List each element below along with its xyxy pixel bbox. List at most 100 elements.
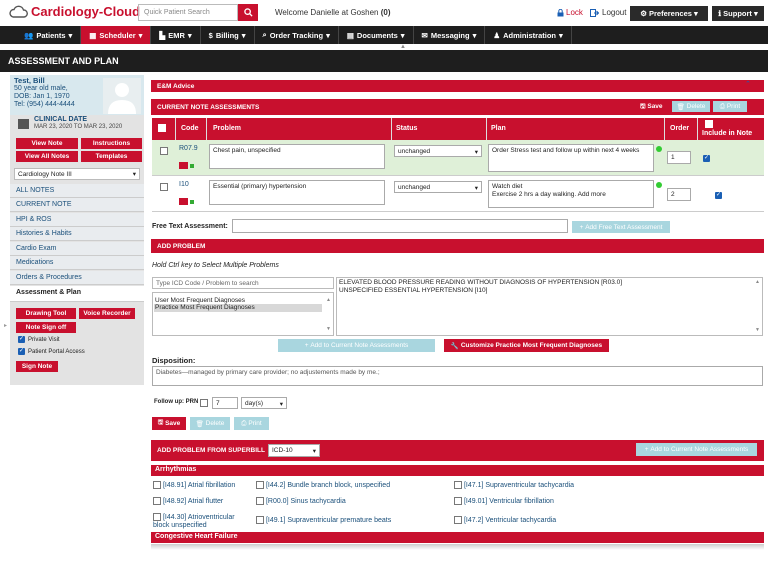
left-item-histories[interactable]: Histories & Habits: [10, 227, 144, 241]
nav-order-tracking[interactable]: ⌕ Order Tracking ▾: [255, 26, 339, 44]
print-button-top[interactable]: ⎙ Print: [713, 101, 747, 112]
item-checkbox[interactable]: [153, 513, 161, 521]
print-button[interactable]: ⎙ Print: [234, 417, 269, 430]
flag-red-icon[interactable]: [179, 162, 188, 169]
followup-unit-select[interactable]: day(s) ▾: [241, 397, 287, 409]
nav-administration[interactable]: ♟ Administration ▾: [485, 26, 572, 44]
problem-field[interactable]: Essential (primary) hypertension: [209, 180, 385, 205]
note-template-select[interactable]: Cardiology Note III ▾: [14, 168, 140, 180]
icd-code[interactable]: I10: [179, 181, 189, 188]
status-select[interactable]: unchanged ▾: [394, 145, 482, 157]
row-select-checkbox[interactable]: [160, 183, 168, 191]
delete-button[interactable]: 🗑 Delete: [190, 417, 230, 430]
order-input[interactable]: 2: [667, 188, 691, 201]
superbill-item[interactable]: [I48.91] Atrial fibrillation: [153, 481, 235, 489]
add-to-current-button[interactable]: + Add to Current Note Assessments: [278, 339, 435, 352]
left-item-cardio-exam[interactable]: Cardio Exam: [10, 242, 144, 256]
status-select[interactable]: unchanged ▾: [394, 181, 482, 193]
include-all-checkbox[interactable]: [705, 120, 713, 128]
patient-name[interactable]: Test, Bill: [14, 77, 45, 85]
list-option-user[interactable]: User Most Frequent Diagnoses: [155, 297, 245, 304]
app-logo[interactable]: Cardiology-Cloud: [8, 4, 140, 19]
list-item[interactable]: UNSPECIFIED ESSENTIAL HYPERTENSION [I10]: [339, 287, 622, 295]
quick-patient-search-input[interactable]: Quick Patient Search: [138, 4, 238, 21]
superbill-item[interactable]: [I49.1] Supraventricular premature beats: [256, 516, 391, 524]
collapse-icon[interactable]: ⌃: [745, 80, 751, 88]
sign-note-button[interactable]: Sign Note: [16, 361, 58, 372]
icd-code[interactable]: R07.9: [179, 145, 198, 152]
scroll-down-icon[interactable]: ▼: [755, 327, 760, 333]
code-set-select[interactable]: ICD-10 ▾: [268, 444, 320, 457]
disposition-field[interactable]: Diabetes—managed by primary care provide…: [152, 366, 763, 386]
flag-red-icon[interactable]: [179, 198, 188, 205]
item-checkbox[interactable]: [256, 497, 264, 505]
item-checkbox[interactable]: [256, 516, 264, 524]
list-option-practice[interactable]: Practice Most Frequent Diagnoses: [154, 304, 322, 312]
expand-arrow-icon[interactable]: ▸: [4, 322, 7, 329]
list-item[interactable]: ELEVATED BLOOD PRESSURE READING WITHOUT …: [339, 279, 622, 287]
view-all-notes-button[interactable]: View All Notes: [16, 151, 78, 162]
order-input[interactable]: 1: [667, 151, 691, 164]
free-text-input[interactable]: [232, 219, 568, 233]
save-button[interactable]: 🖫 Save: [152, 417, 186, 430]
add-free-text-button[interactable]: + Add Free Text Assessment: [572, 221, 670, 233]
logout-button[interactable]: Logout: [590, 8, 626, 17]
item-checkbox[interactable]: [153, 481, 161, 489]
search-button[interactable]: [238, 4, 258, 21]
item-checkbox[interactable]: [256, 481, 264, 489]
lock-button[interactable]: Lock: [557, 8, 583, 17]
voice-recorder-button[interactable]: Voice Recorder: [79, 308, 135, 319]
templates-button[interactable]: Templates: [81, 151, 142, 162]
scroll-down-icon[interactable]: ▼: [326, 326, 331, 332]
superbill-add-button[interactable]: + Add to Current Note Assessments: [636, 443, 757, 456]
superbill-item[interactable]: [I48.92] Atrial flutter: [153, 497, 223, 505]
view-note-button[interactable]: View Note: [16, 138, 78, 149]
include-checkbox[interactable]: [714, 191, 722, 199]
note-sign-off-button[interactable]: Note Sign off: [16, 322, 76, 333]
left-item-orders[interactable]: Orders & Procedures: [10, 271, 144, 285]
preferences-menu[interactable]: ⚙ Preferences ▾: [630, 6, 708, 21]
left-item-assessment-plan[interactable]: Assessment & Plan: [10, 286, 144, 302]
superbill-item[interactable]: [I49.01] Ventricular fibrillation: [454, 497, 554, 505]
problem-field[interactable]: Chest pain, unspecified: [209, 144, 385, 169]
scroll-up-icon[interactable]: ▲: [755, 279, 760, 285]
portal-access-checkbox[interactable]: Patient Portal Access: [18, 347, 85, 355]
nav-billing[interactable]: $ Billing ▾: [201, 26, 255, 44]
instructions-button[interactable]: Instructions: [81, 138, 142, 149]
plan-field[interactable]: Watch diet Exercise 2 hrs a day walking.…: [488, 180, 654, 208]
item-checkbox[interactable]: [454, 516, 462, 524]
flag-green-icon[interactable]: [190, 164, 194, 168]
left-item-medications[interactable]: Medications: [10, 256, 144, 270]
collapse-arrow-icon[interactable]: ▲: [400, 44, 410, 50]
select-all-checkbox[interactable]: [158, 124, 166, 132]
delete-button-top[interactable]: 🗑 Delete: [672, 101, 710, 112]
icd-search-input[interactable]: Type ICD Code / Problem to search: [152, 277, 334, 289]
left-item-all-notes[interactable]: ALL NOTES: [10, 184, 144, 198]
left-item-current-note[interactable]: CURRENT NOTE: [10, 198, 144, 212]
private-visit-checkbox[interactable]: Private Visit: [18, 335, 60, 343]
customize-diagnoses-button[interactable]: 🔧 Customize Practice Most Frequent Diagn…: [444, 339, 609, 352]
nav-scheduler[interactable]: ▦ Scheduler ▾: [81, 26, 152, 44]
support-menu[interactable]: ℹ Support ▾: [712, 6, 764, 21]
save-button-top[interactable]: 🖫 Save: [640, 102, 663, 113]
nav-emr[interactable]: ▙ EMR ▾: [151, 26, 201, 44]
include-checkbox[interactable]: [703, 154, 710, 162]
superbill-item[interactable]: [I44.2] Bundle branch block, unspecified: [256, 481, 390, 489]
nav-messaging[interactable]: ✉ Messaging ▾: [414, 26, 486, 44]
plan-field[interactable]: Order Stress test and follow up within n…: [488, 144, 654, 172]
superbill-item[interactable]: [I44.30] Atrioventricular block unspecif…: [153, 513, 251, 530]
item-checkbox[interactable]: [153, 497, 161, 505]
nav-patients[interactable]: 👥 Patients ▾: [16, 26, 82, 44]
superbill-item[interactable]: [I47.1] Supraventricular tachycardia: [454, 481, 574, 489]
superbill-item[interactable]: [I47.2] Ventricular tachycardia: [454, 516, 556, 524]
em-advice-bar[interactable]: E&M Advice: [151, 80, 764, 92]
scroll-up-icon[interactable]: ▲: [326, 297, 331, 303]
superbill-item[interactable]: [R00.0] Sinus tachycardia: [256, 497, 346, 505]
drawing-tool-button[interactable]: Drawing Tool: [16, 308, 76, 319]
nav-documents[interactable]: ▤ Documents ▾: [339, 26, 414, 44]
prn-checkbox[interactable]: [200, 399, 208, 407]
followup-value[interactable]: 7: [212, 397, 238, 409]
flag-green-icon[interactable]: [190, 200, 194, 204]
row-select-checkbox[interactable]: [160, 147, 168, 155]
item-checkbox[interactable]: [454, 497, 462, 505]
